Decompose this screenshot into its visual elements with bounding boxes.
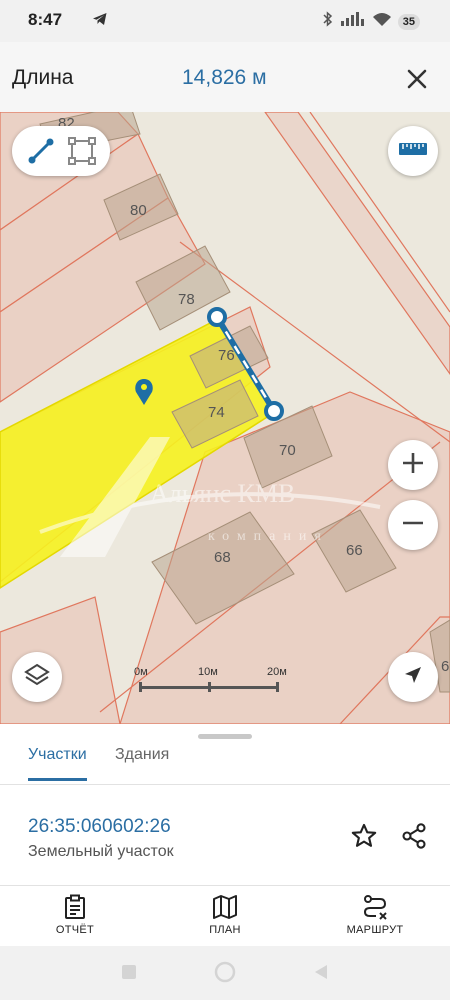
map-icon: [165, 894, 285, 920]
layers-icon: [24, 662, 50, 693]
parcel-label-76: 76: [218, 347, 235, 364]
nav-plan-label: ПЛАН: [209, 924, 241, 936]
scale-tick: [139, 682, 142, 692]
scale-label-10: 10м: [198, 666, 218, 678]
scale-label-0: 0м: [134, 666, 148, 678]
map-view[interactable]: 82 80 78 76 74 70 68 66 6 Альянс КМВ ком…: [0, 112, 450, 724]
parcel-type: Земельный участок: [28, 843, 174, 860]
signal-icon: [340, 11, 366, 32]
share-icon[interactable]: [398, 820, 430, 852]
parcel-label-68: 68: [214, 549, 231, 566]
navigation-arrow-icon: [402, 664, 424, 691]
measure-header: Длина 14,826 м: [0, 42, 450, 112]
watermark-main: Альянс КМВ: [150, 479, 295, 508]
telegram-icon: [92, 11, 108, 32]
battery-icon: 35: [397, 13, 420, 30]
home-icon[interactable]: [214, 961, 236, 988]
close-icon[interactable]: [400, 62, 434, 96]
measure-point-end: [264, 401, 284, 421]
wifi-icon: [372, 11, 392, 32]
minus-icon: [401, 511, 425, 540]
zoom-out-button[interactable]: [388, 500, 438, 550]
clipboard-icon: [15, 894, 135, 920]
tab-parcels[interactable]: Участки: [28, 746, 87, 781]
scale-tick: [276, 682, 279, 692]
parcel-label-66: 66: [346, 542, 363, 559]
status-time: 8:47: [28, 10, 63, 29]
zoom-in-button[interactable]: [388, 440, 438, 490]
measure-title: Длина: [12, 66, 74, 89]
watermark-sub: компания: [208, 529, 329, 544]
scale-bar: 0м 10м 20м: [134, 666, 287, 696]
nav-route-label: МАРШРУТ: [346, 924, 404, 936]
nav-report-label: ОТЧЁТ: [55, 924, 95, 936]
scale-tick: [208, 682, 211, 692]
divider: [0, 784, 450, 785]
star-icon[interactable]: [348, 820, 380, 852]
bluetooth-icon: [322, 11, 334, 32]
status-icons: 35: [322, 11, 420, 32]
parcel-label-70: 70: [279, 442, 296, 459]
nav-plan-button[interactable]: ПЛАН: [165, 894, 285, 944]
status-bar: 8:47 35: [0, 0, 450, 42]
nav-route-button[interactable]: МАРШРУТ: [315, 894, 435, 944]
nav-report-button[interactable]: ОТЧЁТ: [15, 894, 135, 944]
ruler-button[interactable]: [388, 126, 438, 176]
sheet-drag-handle[interactable]: [198, 734, 252, 739]
measure-point-start: [207, 307, 227, 327]
parcel-cadastral-number[interactable]: 26:35:060602:26: [28, 816, 171, 838]
system-nav-bar: [0, 946, 450, 1000]
tab-buildings[interactable]: Здания: [115, 746, 169, 778]
measure-mode-toggle[interactable]: [12, 126, 110, 176]
map-canvas[interactable]: 82 80 78 76 74 70 68 66 6 Альянс КМВ ком…: [0, 112, 450, 724]
back-icon[interactable]: [312, 963, 330, 986]
layers-button[interactable]: [12, 652, 62, 702]
parcel-label-78: 78: [178, 291, 195, 308]
plus-icon: [401, 451, 425, 480]
parcel-label-74: 74: [208, 404, 225, 421]
route-icon: [315, 894, 435, 920]
parcel-label-80: 80: [130, 202, 147, 219]
recents-icon[interactable]: [120, 963, 138, 986]
ruler-icon: [398, 141, 428, 162]
measure-value: 14,826 м: [182, 66, 267, 89]
line-mode-icon[interactable]: [25, 135, 57, 167]
parcel-label-6: 6: [441, 658, 449, 675]
divider: [0, 885, 450, 886]
scale-label-20: 20м: [267, 666, 287, 678]
my-location-button[interactable]: [388, 652, 438, 702]
area-mode-icon[interactable]: [66, 135, 98, 167]
